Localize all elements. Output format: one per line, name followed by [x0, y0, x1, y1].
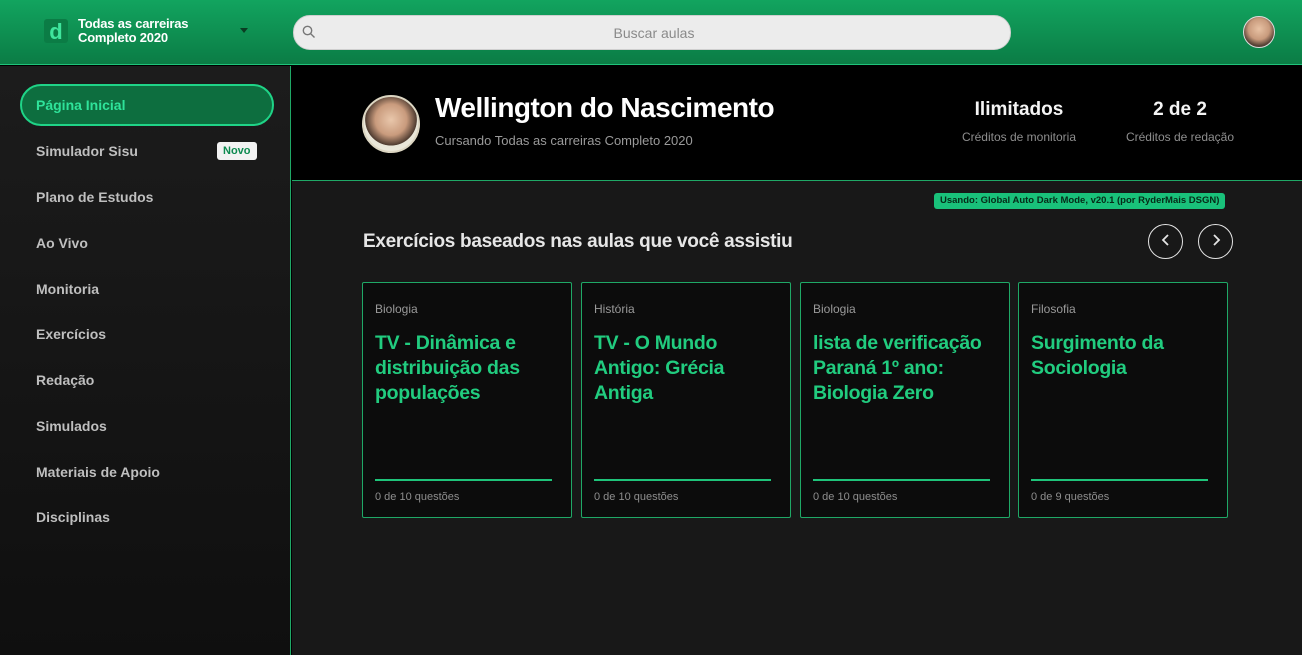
stat-label: Créditos de monitoria [961, 130, 1077, 144]
card-progress: 0 de 10 questões [594, 491, 679, 503]
course-name-line1: Todas as carreiras [78, 16, 189, 31]
card-progress: 0 de 10 questões [375, 491, 460, 503]
sidebar-item-label: Redação [36, 372, 95, 388]
new-badge: Novo [217, 142, 257, 160]
sidebar: Página Inicial Simulador Sisu Novo Plano… [0, 66, 291, 655]
section-title: Exercícios baseados nas aulas que você a… [363, 231, 793, 252]
exercise-card[interactable]: Biologia TV - Dinâmica e distribuição da… [362, 282, 572, 518]
user-name: Wellington do Nascimento [435, 92, 775, 123]
exercise-card[interactable]: Biologia lista de verificação Paraná 1º … [800, 282, 1010, 518]
sidebar-item-label: Disciplinas [36, 509, 110, 525]
card-subject: Filosofia [1031, 302, 1076, 316]
card-progress: 0 de 10 questões [813, 491, 898, 503]
sidebar-item-redacao[interactable]: Redação [20, 359, 274, 401]
course-name: Todas as carreiras Completo 2020 [78, 16, 189, 45]
extension-tag: Usando: Global Auto Dark Mode, v20.1 (po… [934, 193, 1226, 209]
progress-bar [1031, 479, 1208, 481]
top-bar: d Todas as carreiras Completo 2020 [0, 0, 1302, 65]
svg-text:d: d [49, 19, 62, 43]
user-avatar[interactable] [1243, 16, 1275, 48]
card-title: Surgimento da Sociologia [1031, 332, 1164, 379]
stat-monitoria-credits: Ilimitados Créditos de monitoria [954, 99, 1084, 144]
sidebar-item-simulados[interactable]: Simulados [20, 405, 274, 447]
sidebar-item-disciplinas[interactable]: Disciplinas [20, 496, 274, 538]
profile-header: Wellington do Nascimento Cursando Todas … [292, 66, 1302, 181]
search-input[interactable] [324, 16, 984, 49]
chevron-left-icon [1161, 233, 1171, 251]
sidebar-item-label: Página Inicial [36, 97, 126, 113]
profile-avatar [362, 95, 420, 153]
descomplica-logo-icon: d [44, 19, 68, 44]
progress-bar [594, 479, 771, 481]
user-course: Cursando Todas as carreiras Completo 202… [435, 133, 693, 148]
sidebar-item-label: Exercícios [36, 326, 107, 342]
carousel-next-button[interactable] [1198, 224, 1233, 259]
sidebar-item-label: Simulados [36, 418, 107, 434]
carousel-prev-button[interactable] [1148, 224, 1183, 259]
exercise-card[interactable]: História TV - O Mundo Antigo: Grécia Ant… [581, 282, 791, 518]
card-title: TV - Dinâmica e distribuição das populaç… [375, 332, 520, 404]
sidebar-item-pagina-inicial[interactable]: Página Inicial [20, 84, 274, 126]
sidebar-item-label: Materiais de Apoio [36, 464, 160, 480]
card-title: lista de verificação Paraná 1º ano: Biol… [813, 332, 982, 404]
sidebar-item-label: Ao Vivo [36, 235, 88, 251]
main-content: Wellington do Nascimento Cursando Todas … [292, 66, 1302, 655]
sidebar-item-label: Plano de Estudos [36, 189, 154, 205]
search-icon [302, 25, 316, 44]
sidebar-item-exercicios[interactable]: Exercícios [20, 313, 274, 355]
progress-bar [375, 479, 552, 481]
course-name-line2: Completo 2020 [78, 30, 168, 45]
search-bar [293, 15, 1011, 50]
card-subject: História [594, 302, 635, 316]
card-subject: Biologia [375, 302, 418, 316]
card-title: TV - O Mundo Antigo: Grécia Antiga [594, 332, 725, 404]
chevron-right-icon [1211, 233, 1221, 251]
card-subject: Biologia [813, 302, 856, 316]
sidebar-item-materiais-de-apoio[interactable]: Materiais de Apoio [20, 451, 274, 493]
sidebar-item-label: Monitoria [36, 281, 99, 297]
course-selector[interactable]: d Todas as carreiras Completo 2020 [44, 16, 189, 45]
card-progress: 0 de 9 questões [1031, 491, 1110, 503]
stat-value: 2 de 2 [1153, 99, 1207, 120]
stat-value: Ilimitados [974, 99, 1064, 120]
exercise-card[interactable]: Filosofia Surgimento da Sociologia 0 de … [1018, 282, 1228, 518]
sidebar-item-plano-de-estudos[interactable]: Plano de Estudos [20, 176, 274, 218]
progress-bar [813, 479, 990, 481]
sidebar-item-simulador-sisu[interactable]: Simulador Sisu Novo [20, 130, 274, 172]
chevron-down-icon[interactable] [240, 28, 248, 33]
sidebar-item-label: Simulador Sisu [36, 143, 138, 159]
sidebar-item-monitoria[interactable]: Monitoria [20, 268, 274, 310]
stat-label: Créditos de redação [1125, 130, 1235, 144]
stat-redacao-credits: 2 de 2 Créditos de redação [1118, 99, 1242, 144]
sidebar-item-ao-vivo[interactable]: Ao Vivo [20, 222, 274, 264]
